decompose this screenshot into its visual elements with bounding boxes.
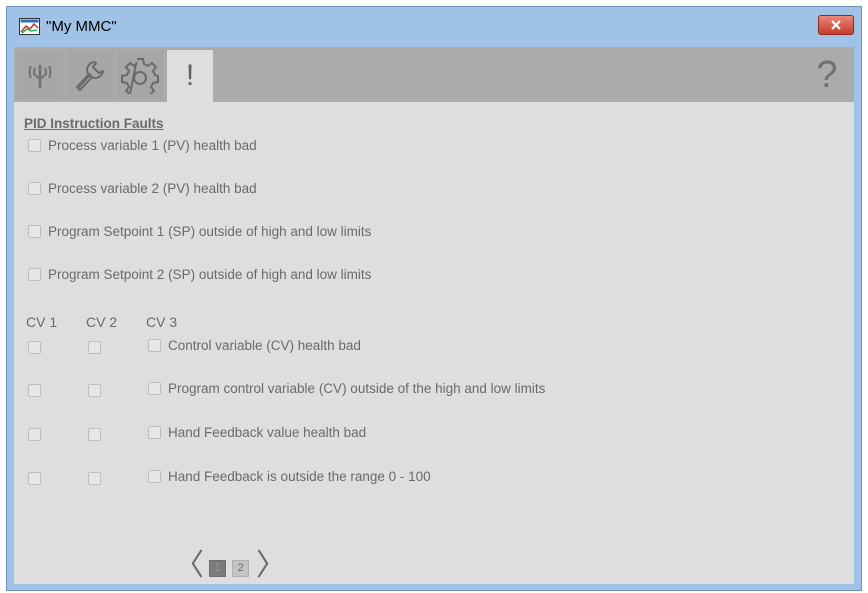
fault-row-pv1: Process variable 1 (PV) health bad <box>28 137 257 154</box>
cv1-indicator <box>28 341 41 354</box>
maintenance-tab-button[interactable] <box>67 50 113 99</box>
fault-label: Program control variable (CV) outside of… <box>168 381 546 396</box>
fault-indicator <box>28 225 41 238</box>
cv2-header: CV 2 <box>86 314 118 330</box>
cv3-indicator <box>148 426 161 439</box>
previous-page-button[interactable]: 〈 <box>174 551 204 581</box>
close-icon <box>831 20 841 30</box>
fault-row-sp1: Program Setpoint 1 (SP) outside of high … <box>28 223 371 240</box>
cv2-indicator <box>88 428 101 441</box>
help-button[interactable]: ? <box>812 55 842 97</box>
app-icon <box>19 18 40 35</box>
fault-row-hand-feedback-range: Hand Feedback is outside the range 0 - 1… <box>148 468 548 485</box>
section-title: PID Instruction Faults <box>24 116 164 131</box>
fault-row-cv-health: Control variable (CV) health bad <box>148 337 548 354</box>
fault-label: Process variable 2 (PV) health bad <box>48 181 257 196</box>
signal-antenna-icon <box>28 64 52 88</box>
page-2-button[interactable]: 2 <box>232 560 249 577</box>
faults-panel: ! ? PID Instruction Faults Process varia… <box>14 47 854 584</box>
wrench-icon <box>75 60 104 91</box>
cv3-indicator <box>148 382 161 395</box>
fault-label: Program Setpoint 1 (SP) outside of high … <box>48 224 372 239</box>
title-bar[interactable]: "My MMC" <box>7 7 861 47</box>
exclamation-icon: ! <box>185 59 195 92</box>
mmc-window: "My MMC" ! ? PID Instruction Faults Proc… <box>6 6 862 591</box>
gear-icon <box>121 57 159 94</box>
cv1-header: CV 1 <box>26 314 58 330</box>
fault-label: Control variable (CV) health bad <box>168 338 361 353</box>
cv3-header: CV 3 <box>146 314 178 330</box>
cv1-indicator <box>28 384 41 397</box>
page-1-button[interactable]: 1 <box>209 560 226 577</box>
close-button[interactable] <box>818 15 854 35</box>
fault-row-hand-feedback-health: Hand Feedback value health bad <box>148 424 548 441</box>
fault-label: Program Setpoint 2 (SP) outside of high … <box>48 267 372 282</box>
fault-indicator <box>28 268 41 281</box>
cv3-indicator <box>148 339 161 352</box>
settings-tab-button[interactable] <box>117 50 163 99</box>
toolbar: ! ? <box>14 47 854 102</box>
fault-row-sp2: Program Setpoint 2 (SP) outside of high … <box>28 266 371 283</box>
fault-label: Hand Feedback value health bad <box>168 425 367 440</box>
signal-tab-button[interactable] <box>17 50 63 99</box>
fault-indicator <box>28 182 41 195</box>
next-page-button[interactable]: 〉 <box>256 551 286 581</box>
cv1-indicator <box>28 428 41 441</box>
fault-label: Hand Feedback is outside the range 0 - 1… <box>168 469 431 484</box>
fault-row-pv2: Process variable 2 (PV) health bad <box>28 180 257 197</box>
window-title: "My MMC" <box>46 18 117 35</box>
cv2-indicator <box>88 341 101 354</box>
scrollbar-track[interactable] <box>839 102 854 584</box>
cv3-indicator <box>148 470 161 483</box>
fault-indicator <box>28 139 41 152</box>
cv2-indicator <box>88 384 101 397</box>
fault-row-cv-limits: Program control variable (CV) outside of… <box>148 380 548 397</box>
fault-label: Process variable 1 (PV) health bad <box>48 138 257 153</box>
cv2-indicator <box>88 472 101 485</box>
cv1-indicator <box>28 472 41 485</box>
faults-tab-button[interactable]: ! <box>167 50 213 102</box>
